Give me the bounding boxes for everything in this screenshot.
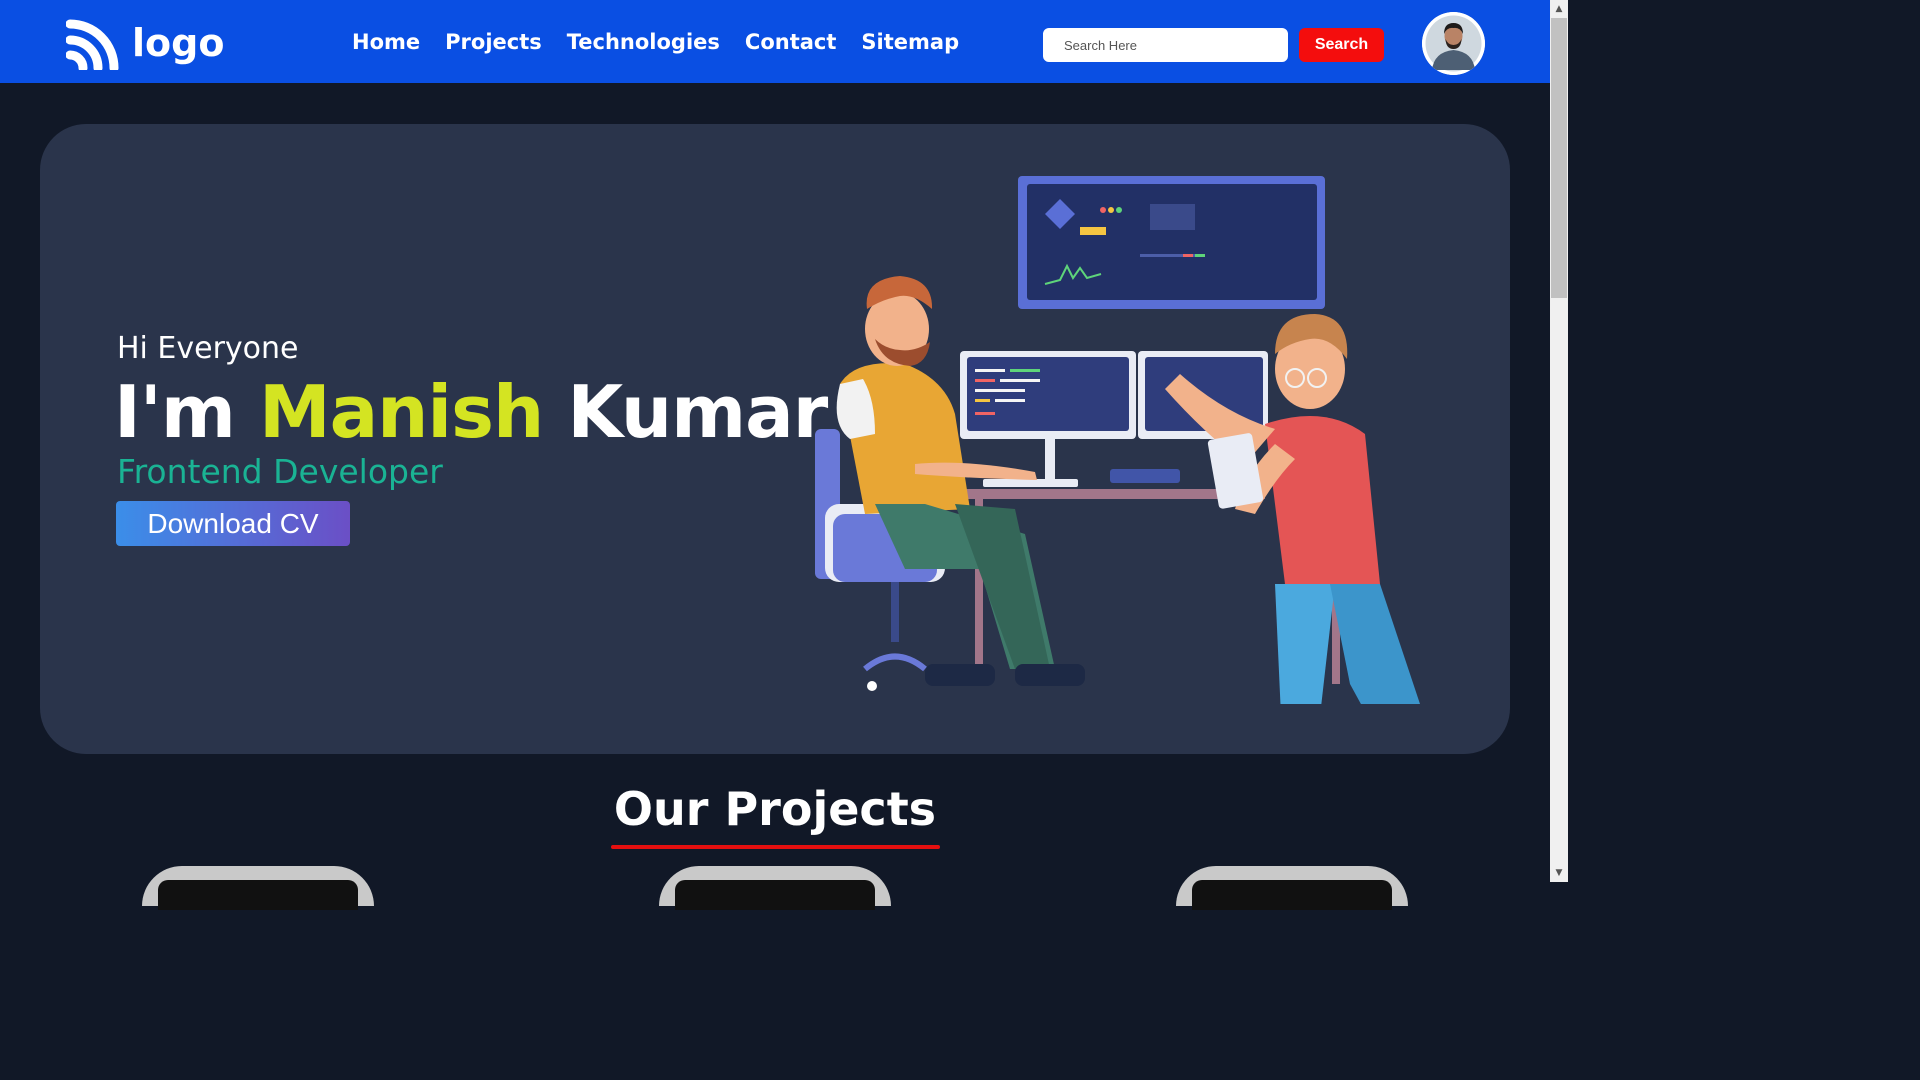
search-button[interactable]: Search: [1299, 28, 1384, 62]
nav-technologies[interactable]: Technologies: [567, 30, 720, 54]
scroll-down-arrow-icon[interactable]: ▼: [1550, 864, 1568, 882]
download-cv-button[interactable]: Download CV: [116, 501, 350, 546]
nav-sitemap[interactable]: Sitemap: [861, 30, 959, 54]
projects-section-title: Our Projects: [613, 782, 937, 836]
developers-illustration: [815, 176, 1420, 704]
hero-role: Frontend Developer: [117, 452, 443, 491]
page-scrollbar[interactable]: ▲ ▼: [1550, 0, 1568, 882]
project-card[interactable]: [659, 866, 891, 910]
avatar-photo: [1422, 12, 1485, 75]
hero-greeting: Hi Everyone: [117, 331, 299, 366]
user-avatar[interactable]: [1422, 12, 1485, 75]
hero-section: Hi Everyone I'm Manish Kumar Frontend De…: [40, 124, 1510, 754]
first-name: Manish: [258, 370, 544, 454]
scroll-up-arrow-icon[interactable]: ▲: [1550, 0, 1568, 18]
site-logo[interactable]: logo: [66, 16, 224, 70]
project-card-screen: [675, 880, 875, 910]
name-prefix: I'm: [114, 370, 236, 454]
project-card-screen: [1192, 880, 1392, 910]
rss-feed-icon: [66, 19, 119, 70]
project-card[interactable]: [1176, 866, 1408, 910]
main-nav: Home Projects Technologies Contact Sitem…: [352, 30, 959, 54]
project-card[interactable]: [142, 866, 374, 910]
last-name: Kumar: [567, 370, 828, 454]
project-card-screen: [158, 880, 358, 910]
logo-text: logo: [132, 21, 225, 65]
scroll-thumb[interactable]: [1551, 18, 1567, 298]
search-input[interactable]: [1043, 28, 1288, 62]
title-underline: [611, 845, 940, 849]
nav-projects[interactable]: Projects: [445, 30, 542, 54]
nav-home[interactable]: Home: [352, 30, 420, 54]
navbar: logo Home Projects Technologies Contact …: [0, 0, 1550, 83]
hero-name: I'm Manish Kumar: [114, 370, 828, 454]
nav-contact[interactable]: Contact: [745, 30, 837, 54]
